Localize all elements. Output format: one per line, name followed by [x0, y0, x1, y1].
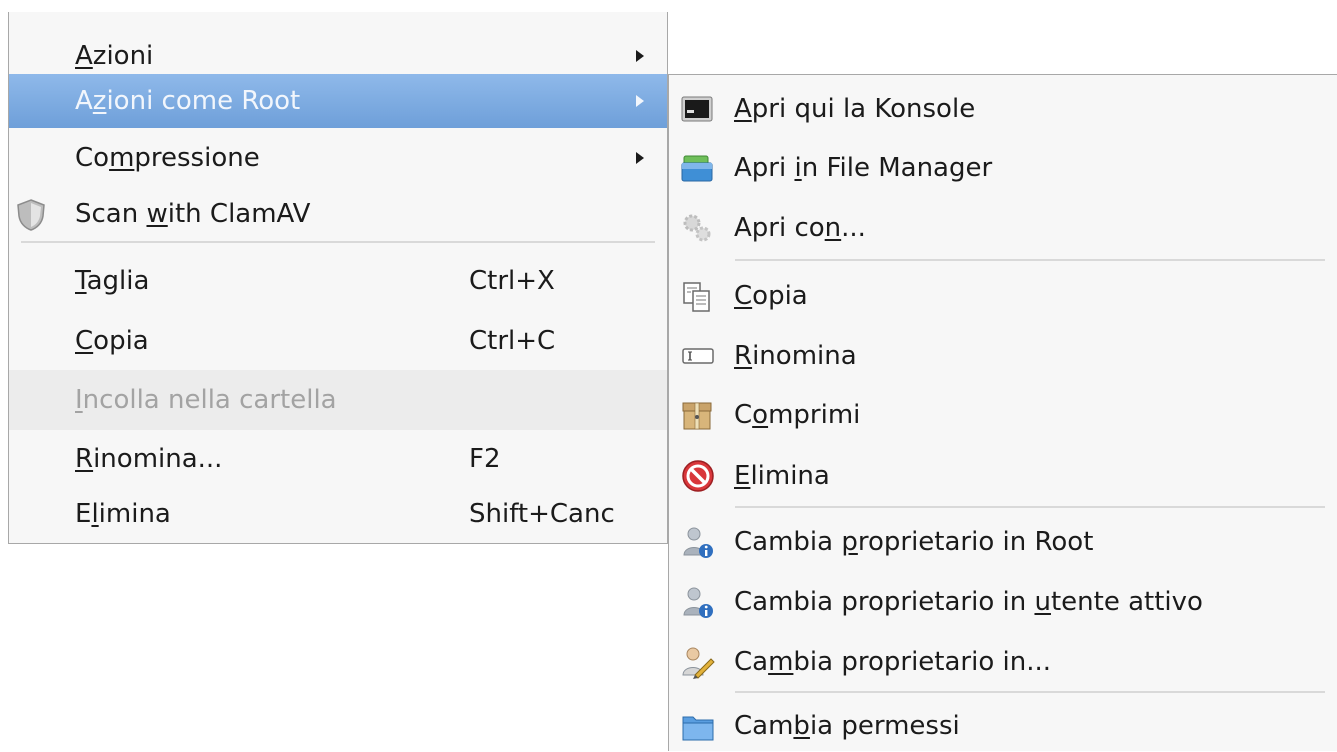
rename-icon	[681, 342, 714, 374]
menu-separator	[735, 506, 1325, 508]
shortcut-label: Shift+Canc	[469, 499, 615, 529]
copy-icon	[681, 281, 713, 313]
submenu-item-apri-file-manager[interactable]: Apri in File Manager	[669, 139, 1337, 197]
submenu-arrow-icon	[636, 50, 644, 62]
menu-separator	[735, 691, 1325, 693]
archive-box-icon	[681, 399, 713, 431]
submenu-item-cambia-proprietario-root[interactable]: Cambia proprietario in Root	[669, 513, 1337, 571]
menu-item-elimina[interactable]: Elimina Shift+Canc	[9, 488, 667, 540]
delete-icon	[681, 459, 714, 492]
menu-item-incolla-nella-cartella: Incolla nella cartella	[9, 370, 667, 430]
file-manager-icon	[681, 152, 713, 184]
menu-item-rinomina[interactable]: Rinomina... F2	[9, 430, 667, 488]
submenu-item-elimina[interactable]: Elimina	[669, 447, 1337, 505]
menu-separator	[21, 241, 655, 243]
submenu-item-apri-konsole[interactable]: Apri qui la Konsole	[669, 81, 1337, 137]
gears-icon	[681, 212, 713, 244]
submenu-item-cambia-permessi[interactable]: Cambia permessi	[669, 699, 1337, 752]
context-menu: Azioni Azioni come Root Compressione Sca…	[8, 12, 668, 544]
user-info-icon	[681, 525, 713, 558]
folder-icon	[681, 711, 714, 743]
shortcut-label: F2	[469, 444, 501, 474]
submenu-arrow-icon	[636, 152, 644, 164]
submenu-azioni-come-root: Apri qui la Konsole Apri in File Manager…	[668, 74, 1337, 751]
submenu-item-rinomina[interactable]: Rinomina	[669, 327, 1337, 385]
submenu-item-cambia-proprietario-utente-attivo[interactable]: Cambia proprietario in utente attivo	[669, 573, 1337, 631]
submenu-item-comprimi[interactable]: Comprimi	[669, 385, 1337, 445]
menu-item-compressione[interactable]: Compressione	[9, 130, 667, 186]
submenu-item-apri-con[interactable]: Apri con...	[669, 199, 1337, 257]
submenu-item-copia[interactable]: Copia	[669, 267, 1337, 325]
shortcut-label: Ctrl+C	[469, 326, 556, 356]
submenu-arrow-icon	[636, 95, 644, 107]
terminal-icon	[681, 94, 713, 126]
user-edit-icon	[681, 645, 715, 679]
menu-separator	[735, 259, 1325, 261]
menu-item-azioni-come-root[interactable]: Azioni come Root	[9, 74, 667, 128]
user-info-icon	[681, 585, 713, 618]
submenu-item-cambia-proprietario-in[interactable]: Cambia proprietario in...	[669, 633, 1337, 691]
menu-item-taglia[interactable]: Taglia Ctrl+X	[9, 252, 667, 310]
shield-icon	[15, 198, 47, 231]
menu-item-scan-clamav[interactable]: Scan with ClamAV	[9, 186, 667, 242]
menu-item-copia[interactable]: Copia Ctrl+C	[9, 312, 667, 370]
shortcut-label: Ctrl+X	[469, 266, 555, 296]
